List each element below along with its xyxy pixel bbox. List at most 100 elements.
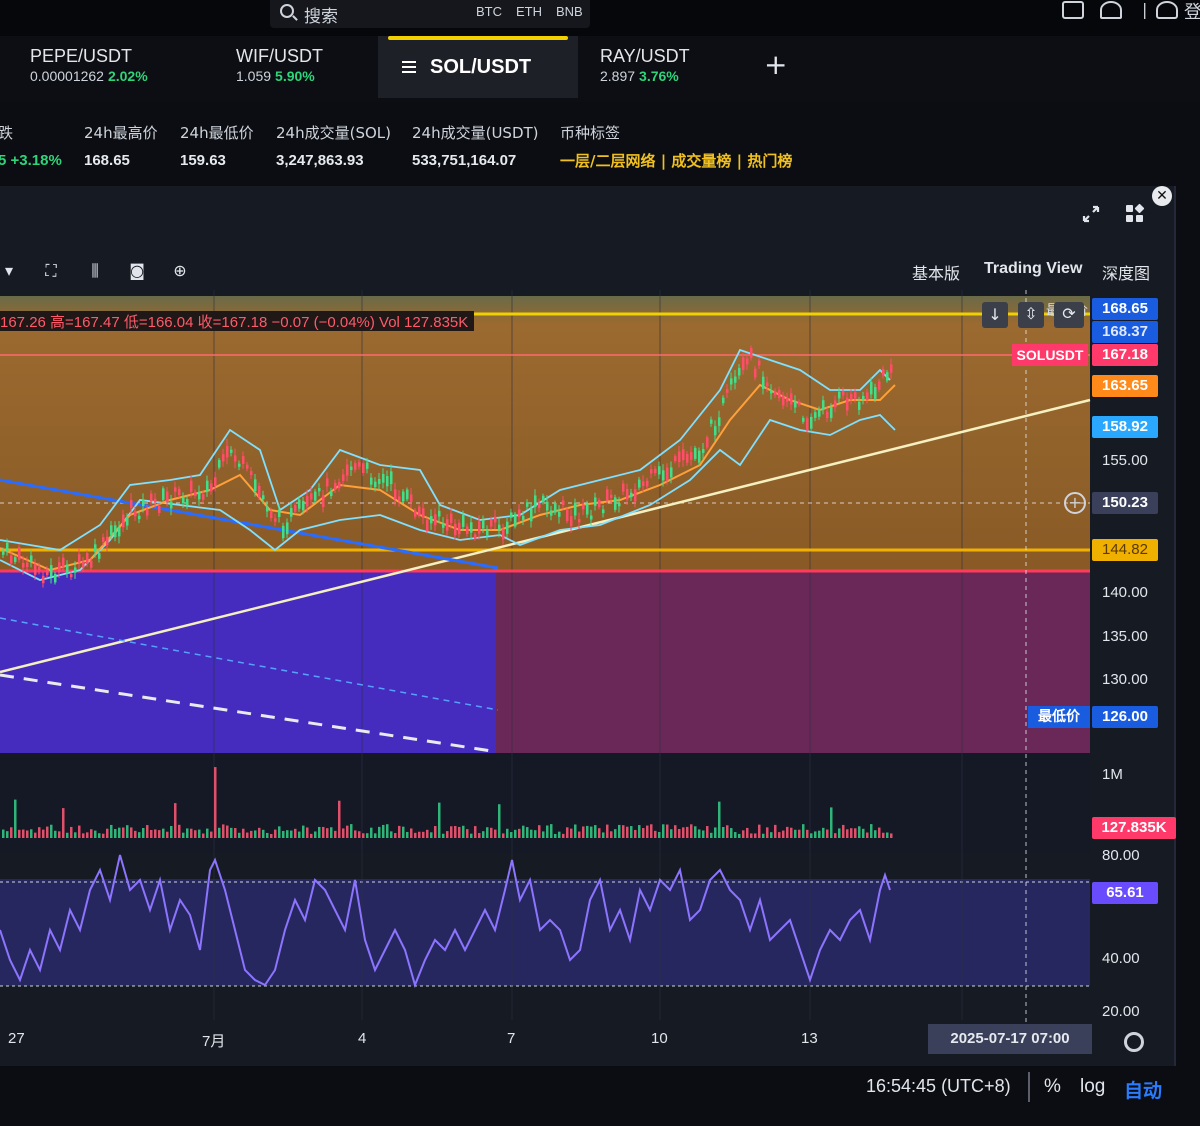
candle-body bbox=[6, 542, 9, 552]
volume-bar bbox=[314, 831, 317, 838]
expand-icon[interactable] bbox=[1082, 205, 1100, 223]
volume-bar bbox=[290, 830, 293, 838]
quick-coin-bnb[interactable]: BNB bbox=[556, 4, 583, 19]
price-tag-cross: 150.23 bbox=[1092, 492, 1158, 514]
candle-body bbox=[206, 480, 209, 492]
candle-body bbox=[174, 487, 177, 492]
percent-toggle[interactable]: % bbox=[1044, 1076, 1061, 1098]
volume-bar bbox=[186, 828, 189, 838]
volume-bar bbox=[46, 826, 49, 838]
volume-bar bbox=[454, 826, 457, 838]
candle-body bbox=[474, 534, 477, 539]
close-icon[interactable]: ✕ bbox=[1152, 186, 1172, 206]
user-icon[interactable] bbox=[1100, 1, 1122, 19]
volume-bar bbox=[50, 824, 53, 838]
volume-bar bbox=[90, 829, 93, 838]
volume-bar bbox=[298, 831, 301, 838]
volume-bar bbox=[430, 832, 433, 838]
candle-body bbox=[158, 505, 161, 513]
candle-body bbox=[870, 381, 873, 395]
candle-body bbox=[398, 496, 401, 501]
candle-body bbox=[582, 504, 585, 510]
candle-body bbox=[778, 390, 781, 399]
candle-body bbox=[538, 502, 541, 509]
volume-tag: 127.835K bbox=[1092, 817, 1176, 839]
login-link[interactable]: 登 bbox=[1184, 0, 1200, 24]
volume-bar bbox=[666, 824, 669, 838]
candle-body bbox=[466, 526, 469, 534]
volume-bar bbox=[686, 826, 689, 838]
candle-body bbox=[446, 519, 449, 531]
candle-body bbox=[758, 360, 761, 366]
volume-bar bbox=[682, 827, 685, 838]
quick-coin-eth[interactable]: ETH bbox=[516, 4, 542, 19]
volume-axis-label: 1M bbox=[1102, 766, 1123, 783]
collapse-icon[interactable]: ⇳ bbox=[1018, 302, 1044, 328]
view-trading-view[interactable]: Trading View bbox=[984, 260, 1082, 278]
indicator-icon[interactable]: ⛶ bbox=[42, 262, 60, 280]
candle-body bbox=[646, 480, 649, 487]
bell-icon[interactable] bbox=[1156, 1, 1178, 19]
candle-body bbox=[414, 510, 417, 517]
volume-bar bbox=[386, 824, 389, 838]
candle-body bbox=[882, 368, 885, 376]
candle-body bbox=[62, 557, 65, 567]
candle-body bbox=[842, 391, 845, 396]
coin-tag-links[interactable]: 一层/二层网络 | 成交量榜 | 热门榜 bbox=[560, 150, 792, 171]
add-tab-button[interactable]: + bbox=[764, 48, 787, 81]
tab-sol-usdt[interactable]: SOL/USDT bbox=[378, 36, 578, 98]
price-axis-label: 130.00 bbox=[1102, 671, 1148, 688]
volume-bar bbox=[590, 826, 593, 838]
candle-body bbox=[386, 476, 389, 487]
volume-bar bbox=[462, 825, 465, 838]
layout-grid-icon[interactable] bbox=[1126, 203, 1145, 223]
candle-body bbox=[606, 489, 609, 501]
volume-bar bbox=[858, 826, 861, 838]
volume-bar bbox=[146, 825, 149, 838]
volume-bar bbox=[10, 827, 13, 838]
settings-icon[interactable] bbox=[1124, 1032, 1144, 1052]
candle-body bbox=[350, 466, 353, 471]
add-indicator-icon[interactable]: ⊕ bbox=[171, 262, 189, 280]
volume-bar bbox=[526, 827, 529, 838]
volume-bar bbox=[814, 831, 817, 838]
ohlc-readout: 167.26 高=167.47 低=166.04 收=167.18 −0.07 … bbox=[0, 311, 475, 331]
volume-bar bbox=[870, 824, 873, 838]
search-box[interactable]: 搜索 BTC ETH BNB bbox=[270, 0, 590, 28]
volume-bar bbox=[306, 827, 309, 838]
candle-body bbox=[862, 396, 865, 401]
price-chart[interactable] bbox=[0, 290, 1176, 1066]
candle-body bbox=[426, 519, 429, 532]
candle-body bbox=[546, 501, 549, 511]
volume-bar bbox=[598, 828, 601, 838]
scroll-down-icon[interactable]: ↓ bbox=[982, 302, 1008, 328]
volume-bar bbox=[790, 827, 793, 838]
reset-icon[interactable]: ⟳ bbox=[1054, 302, 1084, 328]
volume-bar bbox=[158, 830, 161, 838]
auto-toggle[interactable]: 自动 bbox=[1124, 1076, 1162, 1103]
dropdown-arrow-icon[interactable]: ▾ bbox=[0, 262, 18, 280]
candle-body bbox=[410, 494, 413, 502]
volume-bar bbox=[766, 827, 769, 838]
candle-body bbox=[742, 357, 745, 371]
camera-icon[interactable]: ◙ bbox=[128, 262, 146, 280]
volume-bar bbox=[406, 831, 409, 838]
volume-bar bbox=[442, 833, 445, 838]
quick-coin-btc[interactable]: BTC bbox=[476, 4, 502, 19]
volume-bar bbox=[374, 833, 377, 838]
candle-body bbox=[310, 493, 313, 500]
log-toggle[interactable]: log bbox=[1080, 1076, 1105, 1098]
volume-bar bbox=[714, 827, 717, 838]
candle-type-icon[interactable]: ⫼ bbox=[86, 262, 104, 280]
volume-bar bbox=[670, 829, 673, 838]
rsi-axis-label: 20.00 bbox=[1102, 1003, 1140, 1020]
download-icon[interactable] bbox=[1062, 1, 1084, 19]
view-depth[interactable]: 深度图 bbox=[1102, 260, 1150, 284]
volume-bar bbox=[282, 830, 285, 838]
candle-body bbox=[722, 397, 725, 404]
candle-body bbox=[650, 469, 653, 474]
add-alert-icon[interactable]: + bbox=[1064, 492, 1086, 514]
candle-body bbox=[94, 544, 97, 552]
view-basic[interactable]: 基本版 bbox=[912, 260, 960, 284]
candle-body bbox=[798, 401, 801, 405]
